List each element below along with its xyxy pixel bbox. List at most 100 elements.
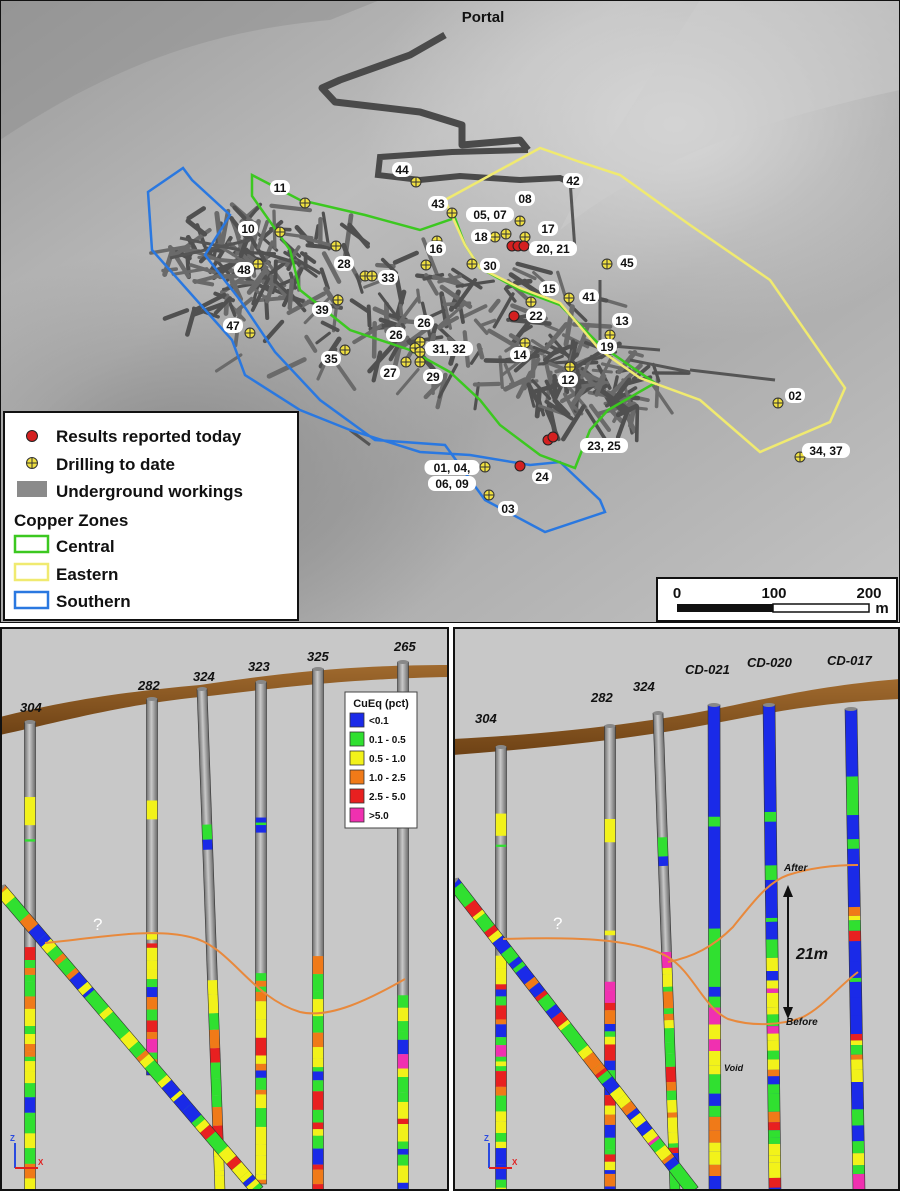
svg-text:Z: Z — [10, 1134, 15, 1143]
drilling-marker — [414, 356, 426, 368]
legend-results-label: Results reported today — [56, 427, 242, 446]
drilling-marker — [332, 294, 344, 306]
svg-text:43: 43 — [431, 197, 445, 211]
cross-section-before: 304 282 324 323 325 265 ? CuEq (pct) <0.… — [0, 627, 449, 1191]
result-marker — [514, 460, 526, 472]
svg-text:19: 19 — [600, 340, 614, 354]
hole-label-282: 282 — [137, 678, 160, 693]
result-marker — [547, 431, 559, 443]
hole-label: 27 — [380, 365, 400, 380]
scale-tick-0: 0 — [673, 585, 681, 602]
drilling-marker — [252, 258, 264, 270]
drilling-marker — [514, 215, 526, 227]
portal-label: Portal — [462, 9, 505, 26]
hole-label: 06, 09 — [428, 476, 476, 491]
drilling-marker — [525, 296, 537, 308]
svg-text:31, 32: 31, 32 — [432, 342, 466, 356]
svg-text:22: 22 — [529, 309, 543, 323]
hole-label: 26 — [414, 315, 434, 330]
cueq-label: 1.0 - 2.5 — [369, 773, 406, 784]
hole-label: 05, 07 — [466, 207, 514, 222]
hole-label: 28 — [334, 256, 354, 271]
drilling-marker-icon — [26, 457, 38, 469]
svg-text:06, 09: 06, 09 — [435, 477, 469, 491]
hole-label-cd-021: CD-021 — [685, 662, 730, 677]
cueq-label: 2.5 - 5.0 — [369, 792, 406, 803]
drilling-marker — [420, 259, 432, 271]
drillhole — [604, 724, 616, 1191]
cueq-label: <0.1 — [369, 716, 389, 727]
workings-swatch — [17, 481, 47, 497]
svg-text:08: 08 — [518, 192, 532, 206]
legend-workings-label: Underground workings — [56, 482, 243, 501]
svg-text:20, 21: 20, 21 — [536, 242, 570, 256]
svg-text:15: 15 — [542, 282, 556, 296]
svg-text:X: X — [38, 1158, 44, 1167]
drilling-marker — [772, 397, 784, 409]
cueq-legend-title: CuEq (pct) — [353, 698, 409, 710]
thickness-label: 21m — [795, 946, 828, 963]
drillhole — [24, 720, 36, 1191]
results-marker-icon — [26, 430, 38, 442]
hole-label: 35 — [321, 351, 341, 366]
hole-label: 29 — [423, 369, 443, 384]
scale-unit: m — [875, 600, 888, 617]
hole-label: 02 — [785, 388, 805, 403]
drillhole — [146, 697, 158, 1076]
hole-label-cd-017: CD-017 — [827, 653, 873, 668]
svg-text:23, 25: 23, 25 — [587, 439, 621, 453]
cueq-label: >5.0 — [369, 811, 389, 822]
svg-text:34, 37: 34, 37 — [809, 444, 843, 458]
svg-text:Z: Z — [484, 1134, 489, 1143]
hole-label-325: 325 — [307, 649, 329, 664]
drilling-marker — [366, 270, 378, 282]
cueq-swatch — [349, 750, 365, 766]
cueq-swatch — [349, 712, 365, 728]
hole-label: 11 — [270, 180, 290, 195]
svg-text:13: 13 — [615, 314, 629, 328]
legend-drilling-label: Drilling to date — [56, 455, 175, 474]
hole-label: 14 — [510, 347, 530, 362]
cueq-label: 0.5 - 1.0 — [369, 754, 406, 765]
svg-text:48: 48 — [237, 263, 251, 277]
hole-label-324: 324 — [193, 669, 215, 684]
svg-text:01, 04,: 01, 04, — [434, 461, 471, 475]
void-label: Void — [724, 1063, 744, 1073]
cueq-label: 0.1 - 0.5 — [369, 735, 406, 746]
scale-bar: 0 100 200 m — [656, 577, 898, 622]
drilling-marker — [604, 329, 616, 341]
hole-label: 19 — [597, 339, 617, 354]
hole-label: 33 — [378, 270, 398, 285]
drilling-marker — [400, 356, 412, 368]
cueq-swatch — [349, 788, 365, 804]
svg-text:28: 28 — [337, 257, 351, 271]
svg-text:41: 41 — [582, 290, 596, 304]
svg-text:11: 11 — [274, 181, 287, 195]
cueq-swatch — [349, 769, 365, 785]
drilling-marker — [489, 231, 501, 243]
drillhole — [495, 745, 507, 1191]
before-label: Before — [786, 1017, 818, 1028]
result-marker — [508, 310, 520, 322]
svg-text:33: 33 — [381, 271, 395, 285]
svg-text:29: 29 — [426, 370, 440, 384]
hole-label: 12 — [558, 372, 578, 387]
drillhole — [255, 680, 267, 1185]
hole-label: 01, 04, — [424, 460, 480, 475]
hole-label: 15 — [539, 281, 559, 296]
svg-text:35: 35 — [324, 352, 338, 366]
drillhole — [312, 667, 324, 1191]
hole-label-324: 324 — [633, 679, 655, 694]
svg-text:10: 10 — [241, 222, 255, 236]
svg-text:45: 45 — [620, 256, 634, 270]
result-marker — [518, 240, 530, 252]
hole-label: 26 — [386, 327, 406, 342]
cueq-legend: CuEq (pct) <0.1 0.1 - 0.5 0.5 - 1.0 1.0 - 2… — [344, 691, 418, 829]
plan-map: Portal 44 42 11 08 43 05, 07 17 10 18 20, 21 16 28 3… — [0, 0, 900, 623]
cross-section-after: 304 282 324 CD-021 CD-020 CD-017 ? After… — [453, 627, 900, 1191]
svg-text:X: X — [512, 1158, 518, 1167]
hole-label: 30 — [480, 258, 500, 273]
drilling-marker — [519, 231, 531, 243]
svg-text:12: 12 — [561, 373, 575, 387]
hole-label-282: 282 — [590, 690, 613, 705]
